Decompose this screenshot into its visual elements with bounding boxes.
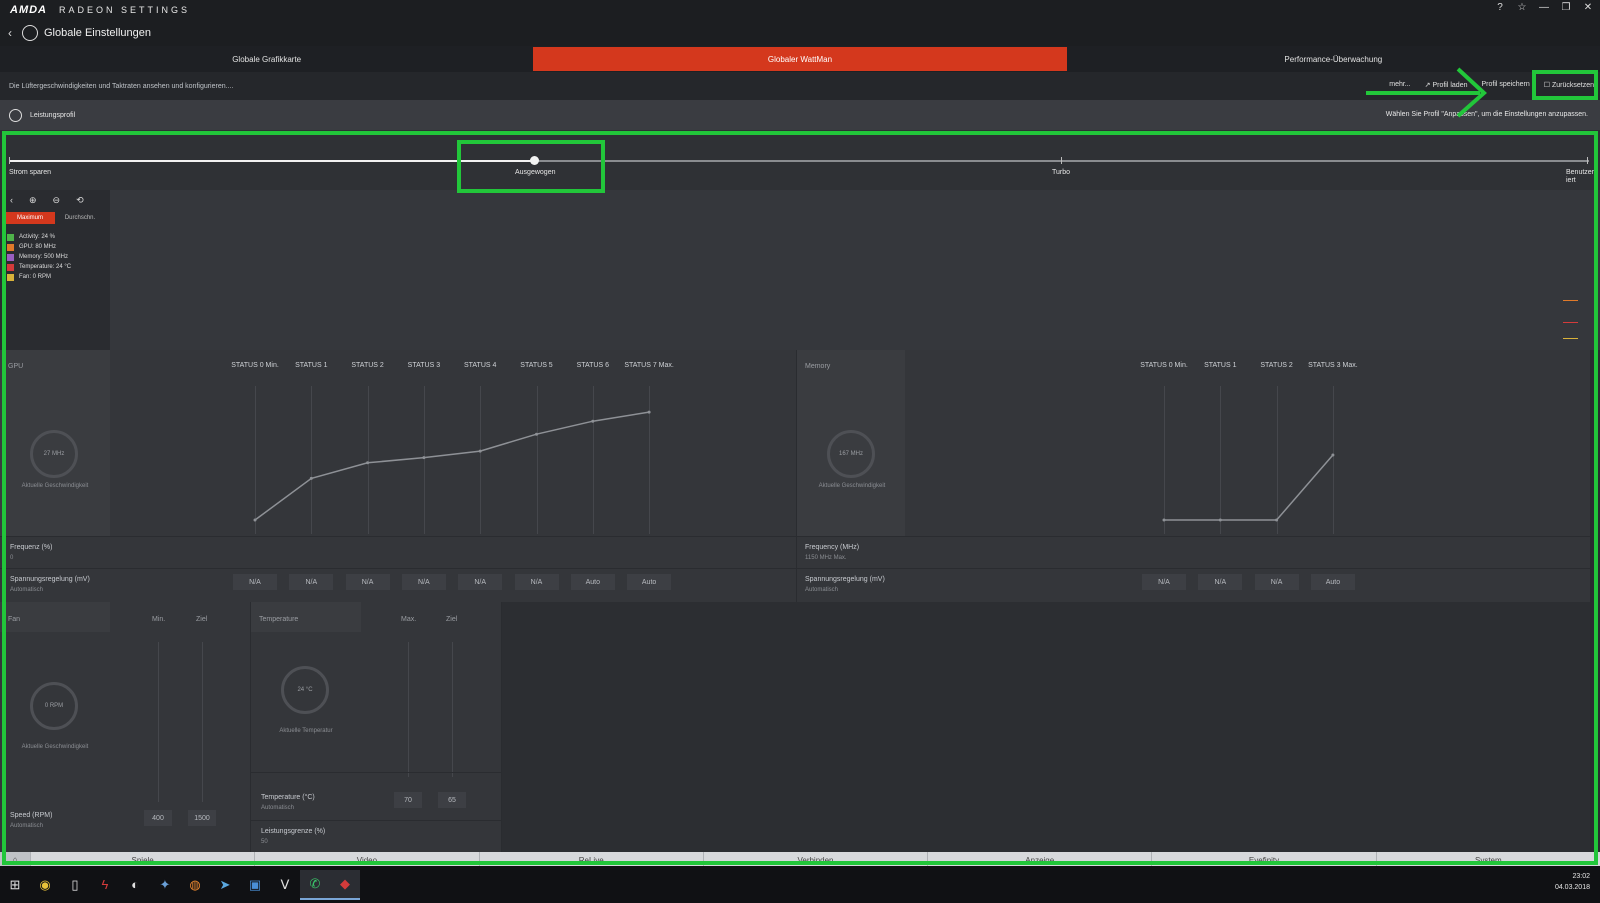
chrome-icon[interactable]: ◉	[30, 870, 60, 900]
whatsapp-icon[interactable]: ✆	[300, 869, 330, 900]
windows-taskbar: ⊞ ◉ ▯ ϟ ◐ ✦ ◍ ➤ ▣ ᐯ ✆ ◆ 23:02 04.03.2018	[0, 866, 1600, 903]
outlook-icon[interactable]: ▣	[240, 870, 270, 900]
annotation-arrow	[1366, 67, 1487, 118]
performance-profile-row: Leistungsprofil Wählen Sie Profil "Anpas…	[0, 100, 1600, 130]
annotation-main-area-highlight	[2, 131, 1598, 865]
window-controls: ? ☆ — ❐ ✕	[1494, 2, 1594, 13]
amd-radeon-icon[interactable]: ◆	[330, 869, 360, 900]
origin-icon[interactable]: ◍	[180, 870, 210, 900]
radeon-settings-window: AMDA RADEON SETTINGS ? ☆ — ❐ ✕ ‹ Globale…	[0, 0, 1600, 903]
flash-icon[interactable]: ϟ	[90, 870, 120, 900]
tab-global-wattman[interactable]: Globaler WattMan	[533, 47, 1067, 71]
page-title: Globale Einstellungen	[44, 27, 152, 39]
info-description: Die Lüftergeschwindigkeiten und Taktrate…	[9, 82, 234, 90]
wings-icon[interactable]: ᐯ	[270, 870, 300, 900]
favorite-icon[interactable]: ☆	[1516, 2, 1528, 13]
telegram-icon[interactable]: ➤	[210, 870, 240, 900]
clock-time: 23:02	[1572, 873, 1590, 880]
windows-start-icon[interactable]: ⊞	[0, 870, 30, 900]
title-bar: AMDA RADEON SETTINGS ? ☆ — ❐ ✕	[0, 0, 1600, 20]
close-button[interactable]: ✕	[1582, 2, 1594, 13]
speedometer-icon	[9, 108, 22, 122]
clock-date: 04.03.2018	[1554, 884, 1590, 891]
info-row: Die Lüftergeschwindigkeiten und Taktrate…	[0, 72, 1600, 100]
globe-icon	[22, 25, 38, 41]
amd-logo: AMDA	[10, 4, 47, 16]
tab-performance-monitoring[interactable]: Performance-Überwachung	[1067, 46, 1600, 72]
system-clock[interactable]: 23:02 04.03.2018	[1555, 871, 1590, 893]
back-arrow-icon[interactable]: ‹	[8, 26, 12, 40]
profile-label: Leistungsprofil	[30, 111, 76, 119]
nav-header: ‹ Globale Einstellungen	[0, 20, 1600, 46]
help-icon[interactable]: ?	[1494, 2, 1506, 13]
tab-bar: Globale Grafikkarte Globaler WattMan Per…	[0, 46, 1600, 72]
file-icon[interactable]: ▯	[60, 870, 90, 900]
restore-button[interactable]: ❐	[1560, 2, 1572, 13]
minimize-button[interactable]: —	[1538, 2, 1550, 13]
tab-global-graphics[interactable]: Globale Grafikkarte	[0, 46, 533, 72]
app-icon[interactable]: ✦	[150, 870, 180, 900]
steam-icon[interactable]: ◐	[120, 870, 150, 900]
annotation-reset-highlight	[1532, 70, 1598, 100]
app-title: RADEON SETTINGS	[59, 5, 191, 15]
